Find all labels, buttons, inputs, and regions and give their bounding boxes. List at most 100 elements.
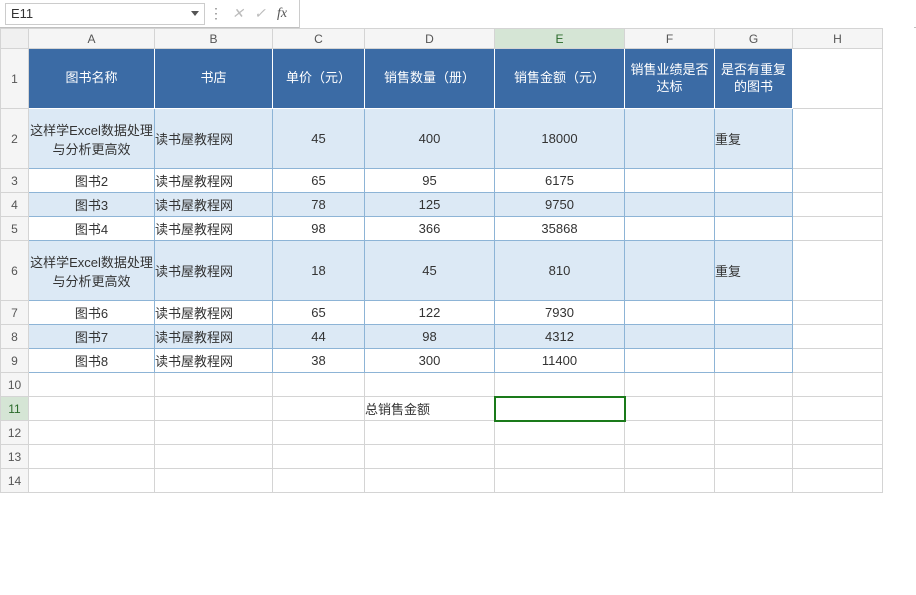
- table-cell[interactable]: [625, 193, 715, 217]
- column-header-G[interactable]: G: [715, 29, 793, 49]
- table-cell[interactable]: [625, 241, 715, 301]
- table-cell[interactable]: [625, 325, 715, 349]
- confirm-icon[interactable]: ✓: [249, 3, 271, 25]
- active-cell[interactable]: [495, 397, 625, 421]
- cell[interactable]: [365, 373, 495, 397]
- cell[interactable]: [155, 445, 273, 469]
- table-cell[interactable]: 这样学Excel数据处理与分析更高效: [29, 109, 155, 169]
- table-cell[interactable]: 366: [365, 217, 495, 241]
- row-header-4[interactable]: 4: [1, 193, 29, 217]
- table-cell[interactable]: 图书7: [29, 325, 155, 349]
- cell[interactable]: [29, 445, 155, 469]
- row-header-12[interactable]: 12: [1, 421, 29, 445]
- table-cell[interactable]: 4312: [495, 325, 625, 349]
- column-header-C[interactable]: C: [273, 29, 365, 49]
- table-cell[interactable]: 300: [365, 349, 495, 373]
- table-cell[interactable]: 38: [273, 349, 365, 373]
- table-cell[interactable]: 读书屋教程网: [155, 169, 273, 193]
- table-cell[interactable]: 11400: [495, 349, 625, 373]
- table-cell[interactable]: 7930: [495, 301, 625, 325]
- cancel-icon[interactable]: ✕: [227, 3, 249, 25]
- table-cell[interactable]: 45: [273, 109, 365, 169]
- table-cell[interactable]: 读书屋教程网: [155, 301, 273, 325]
- column-header-D[interactable]: D: [365, 29, 495, 49]
- table-cell[interactable]: 图书8: [29, 349, 155, 373]
- cell[interactable]: [495, 469, 625, 493]
- cell[interactable]: [625, 445, 715, 469]
- select-all-corner[interactable]: [1, 29, 29, 49]
- cell[interactable]: [793, 469, 883, 493]
- table-cell[interactable]: 图书3: [29, 193, 155, 217]
- cell[interactable]: [793, 325, 883, 349]
- table-cell[interactable]: 65: [273, 301, 365, 325]
- column-header-B[interactable]: B: [155, 29, 273, 49]
- cell[interactable]: [29, 469, 155, 493]
- cell[interactable]: [793, 109, 883, 169]
- table-cell[interactable]: [715, 349, 793, 373]
- table-cell[interactable]: [625, 301, 715, 325]
- table-cell[interactable]: 这样学Excel数据处理与分析更高效: [29, 241, 155, 301]
- table-cell[interactable]: 读书屋教程网: [155, 109, 273, 169]
- table-header-cell[interactable]: 销售业绩是否达标: [625, 49, 715, 109]
- table-header-cell[interactable]: 销售数量（册）: [365, 49, 495, 109]
- column-header-H[interactable]: H: [793, 29, 883, 49]
- cell[interactable]: [29, 421, 155, 445]
- cell[interactable]: [793, 301, 883, 325]
- table-cell[interactable]: [715, 169, 793, 193]
- table-cell[interactable]: [625, 109, 715, 169]
- row-header-13[interactable]: 13: [1, 445, 29, 469]
- table-header-cell[interactable]: 销售金额（元）: [495, 49, 625, 109]
- cell[interactable]: [625, 469, 715, 493]
- cell[interactable]: [715, 445, 793, 469]
- row-header-3[interactable]: 3: [1, 169, 29, 193]
- table-cell[interactable]: [625, 217, 715, 241]
- cell[interactable]: [793, 373, 883, 397]
- table-cell[interactable]: 44: [273, 325, 365, 349]
- cell[interactable]: [155, 397, 273, 421]
- table-cell[interactable]: 98: [273, 217, 365, 241]
- table-cell[interactable]: 125: [365, 193, 495, 217]
- row-header-9[interactable]: 9: [1, 349, 29, 373]
- cell[interactable]: [495, 421, 625, 445]
- table-cell[interactable]: 重复: [715, 241, 793, 301]
- cell[interactable]: [155, 469, 273, 493]
- column-header-E[interactable]: E: [495, 29, 625, 49]
- table-cell[interactable]: 400: [365, 109, 495, 169]
- table-header-cell[interactable]: 是否有重复的图书: [715, 49, 793, 109]
- cell[interactable]: [365, 421, 495, 445]
- cell[interactable]: [715, 373, 793, 397]
- cell[interactable]: [793, 217, 883, 241]
- row-header-7[interactable]: 7: [1, 301, 29, 325]
- cell[interactable]: [495, 373, 625, 397]
- table-cell[interactable]: 图书4: [29, 217, 155, 241]
- table-header-cell[interactable]: 单价（元）: [273, 49, 365, 109]
- row-header-11[interactable]: 11: [1, 397, 29, 421]
- table-cell[interactable]: 18000: [495, 109, 625, 169]
- cell[interactable]: [273, 421, 365, 445]
- table-cell[interactable]: 122: [365, 301, 495, 325]
- column-header-F[interactable]: F: [625, 29, 715, 49]
- row-header-5[interactable]: 5: [1, 217, 29, 241]
- cell[interactable]: [625, 397, 715, 421]
- table-header-cell[interactable]: 图书名称: [29, 49, 155, 109]
- cell[interactable]: [793, 445, 883, 469]
- table-cell[interactable]: [715, 217, 793, 241]
- cell[interactable]: [273, 373, 365, 397]
- cell[interactable]: [365, 445, 495, 469]
- cell[interactable]: [625, 373, 715, 397]
- table-cell[interactable]: [625, 169, 715, 193]
- cell[interactable]: [625, 421, 715, 445]
- column-header-A[interactable]: A: [29, 29, 155, 49]
- name-box[interactable]: E11: [5, 3, 205, 25]
- table-cell[interactable]: 重复: [715, 109, 793, 169]
- table-cell[interactable]: 65: [273, 169, 365, 193]
- cell[interactable]: [715, 421, 793, 445]
- cell[interactable]: 总销售金额: [365, 397, 495, 421]
- table-cell[interactable]: 9750: [495, 193, 625, 217]
- cell[interactable]: [715, 397, 793, 421]
- cell[interactable]: [29, 373, 155, 397]
- row-header-14[interactable]: 14: [1, 469, 29, 493]
- table-cell[interactable]: [715, 325, 793, 349]
- cell[interactable]: [793, 241, 883, 301]
- table-header-cell[interactable]: 书店: [155, 49, 273, 109]
